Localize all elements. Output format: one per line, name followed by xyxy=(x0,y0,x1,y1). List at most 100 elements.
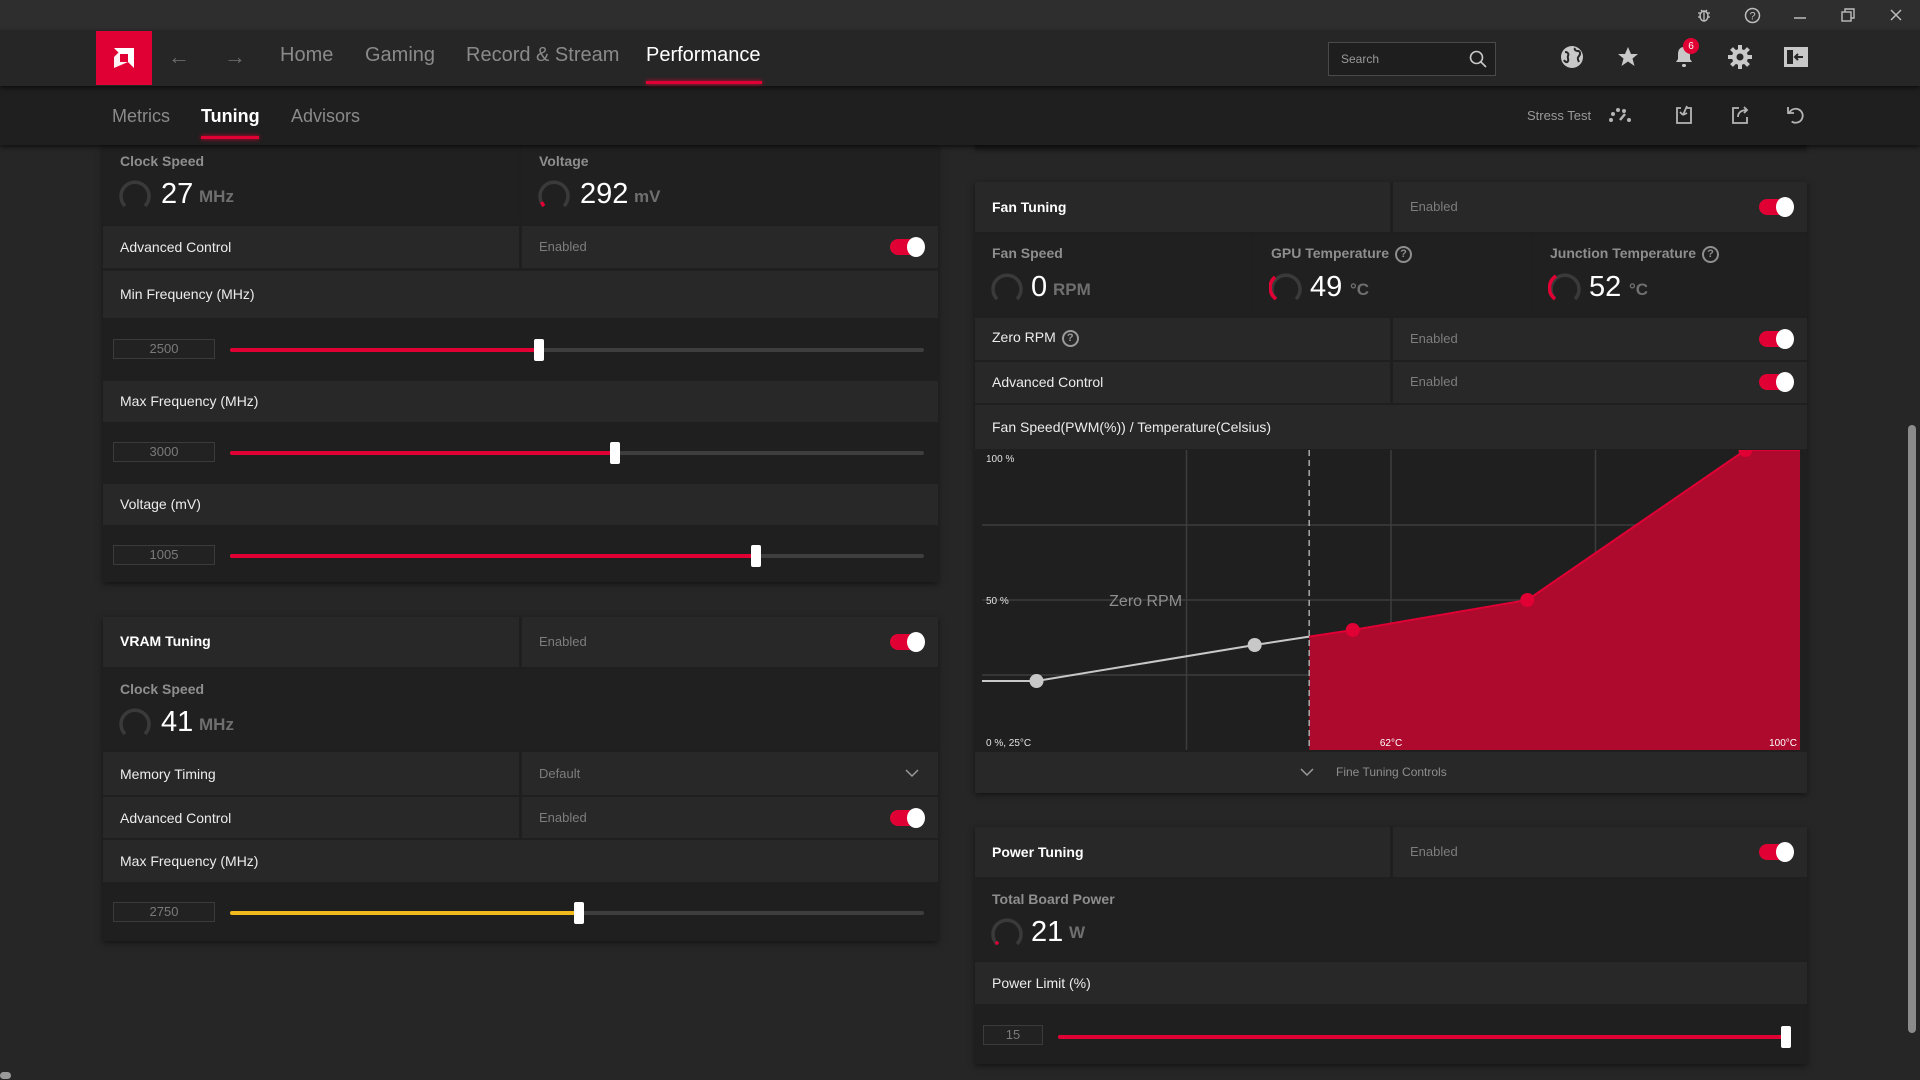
y-tick-label: 50 % xyxy=(986,596,1009,607)
voltage-slider[interactable] xyxy=(230,545,924,567)
vram-clock-title: Clock Speed xyxy=(120,681,205,697)
vram-advanced-control-state: Enabled xyxy=(539,810,587,825)
minimize-icon[interactable] xyxy=(1788,4,1812,26)
fan-tuning-title: Fan Tuning xyxy=(992,199,1067,215)
fan-curve-point[interactable] xyxy=(1520,593,1535,607)
help-icon[interactable]: ? xyxy=(1740,4,1764,26)
sidebar-toggle-icon[interactable] xyxy=(1780,41,1812,73)
vram-max-frequency-label: Max Frequency (MHz) xyxy=(120,853,259,869)
clock-speed-unit: MHz xyxy=(199,187,234,206)
import-profile-icon[interactable] xyxy=(1671,102,1697,128)
fan-tuning-toggle[interactable] xyxy=(1759,197,1794,217)
fan-advanced-control-toggle[interactable] xyxy=(1759,372,1794,392)
power-limit-input[interactable]: 15 xyxy=(983,1025,1043,1045)
forward-arrow-icon[interactable]: → xyxy=(224,44,246,70)
total-board-power-gauge-icon xyxy=(991,918,1023,946)
vram-tuning-toggle[interactable] xyxy=(890,632,925,652)
gpu-advanced-control-state: Enabled xyxy=(539,239,587,254)
power-limit-slider-fill xyxy=(1058,1035,1786,1039)
min-frequency-slider[interactable] xyxy=(230,339,924,361)
memory-timing-dropdown[interactable]: Default xyxy=(522,752,938,795)
min-frequency-slider-thumb[interactable] xyxy=(533,339,544,361)
x-tick-label: 0 %, 25°C xyxy=(986,738,1031,749)
clock-speed-value: 27 xyxy=(161,178,194,210)
junction-temperature-unit: °C xyxy=(1629,280,1649,299)
gpu-temperature-help-icon[interactable]: ? xyxy=(1395,245,1412,263)
power-limit-slider-row: 15 xyxy=(975,1006,1807,1064)
fan-curve-chart[interactable]: 100 % 50 % 0 %, 25°C 62°C 100°C Zero RPM xyxy=(982,450,1800,750)
max-frequency-slider-thumb[interactable] xyxy=(610,442,621,464)
search-icon[interactable] xyxy=(1469,50,1487,73)
subtab-metrics[interactable]: Metrics xyxy=(112,106,170,127)
stress-test-gauge-icon[interactable] xyxy=(1607,102,1633,128)
fan-curve-title: Fan Speed(PWM(%)) / Temperature(Celsius) xyxy=(992,419,1272,435)
vram-max-frequency-slider[interactable] xyxy=(230,902,924,924)
subtab-tuning[interactable]: Tuning xyxy=(201,106,260,127)
notification-badge: 6 xyxy=(1683,38,1699,54)
vram-max-frequency-slider-thumb[interactable] xyxy=(574,902,585,924)
nav-tab-record-stream[interactable]: Record & Stream xyxy=(466,44,619,67)
min-frequency-input[interactable]: 2500 xyxy=(113,339,215,359)
max-frequency-slider[interactable] xyxy=(230,442,924,464)
zero-rpm-toggle[interactable] xyxy=(1759,329,1794,349)
fine-tuning-controls-label[interactable]: Fine Tuning Controls xyxy=(1336,765,1447,779)
stress-test-label[interactable]: Stress Test xyxy=(1527,108,1591,123)
horizontal-scrollbar[interactable] xyxy=(0,1072,11,1079)
reset-icon[interactable] xyxy=(1782,102,1808,128)
gpu-temperature-title: GPU Temperature xyxy=(1271,245,1389,261)
power-limit-label: Power Limit (%) xyxy=(992,975,1091,991)
vram-clock-gauge-icon xyxy=(119,708,151,736)
voltage-unit: mV xyxy=(634,187,661,206)
back-arrow-icon[interactable]: ← xyxy=(168,44,190,70)
gpu-temperature-gauge-icon xyxy=(1269,273,1302,301)
bug-report-icon[interactable] xyxy=(1692,4,1716,26)
zero-rpm-help-icon[interactable]: ? xyxy=(1061,329,1079,347)
junction-temperature-help-icon[interactable]: ? xyxy=(1702,245,1719,263)
vertical-scrollbar[interactable] xyxy=(1908,425,1916,1033)
title-bar: ? xyxy=(0,0,1920,30)
fine-tuning-row[interactable]: Fine Tuning Controls xyxy=(975,752,1807,793)
gear-icon[interactable] xyxy=(1724,41,1756,73)
power-tuning-state: Enabled xyxy=(1410,844,1458,859)
junction-temperature-value: 52 xyxy=(1589,271,1622,303)
vram-clock-value: 41 xyxy=(161,706,194,738)
export-profile-icon[interactable] xyxy=(1727,102,1753,128)
nav-tab-performance[interactable]: Performance xyxy=(646,44,761,67)
voltage-slider-thumb[interactable] xyxy=(751,545,762,567)
gpu-temperature-value: 49 xyxy=(1310,271,1343,303)
clock-speed-gauge-icon xyxy=(119,180,151,208)
search-input[interactable] xyxy=(1341,52,1461,66)
power-limit-slider[interactable] xyxy=(1058,1026,1791,1048)
globe-icon[interactable] xyxy=(1556,41,1588,73)
voltage-slider-row: 1005 xyxy=(103,527,938,582)
search-box[interactable] xyxy=(1328,42,1496,76)
nav-tab-home[interactable]: Home xyxy=(280,44,333,67)
vram-tuning-panel: VRAM Tuning Enabled Clock Speed 41 MHz M… xyxy=(103,617,938,941)
voltage-input[interactable]: 1005 xyxy=(113,545,215,565)
power-tuning-toggle[interactable] xyxy=(1759,842,1794,862)
fan-curve-point[interactable] xyxy=(1029,674,1044,688)
subtab-advisors[interactable]: Advisors xyxy=(291,106,360,127)
gpu-advanced-control-toggle[interactable] xyxy=(890,237,925,257)
total-board-power-value: 21 xyxy=(1031,916,1064,948)
gpu-temperature-metric: GPU Temperature? 49 °C xyxy=(1254,235,1530,315)
fan-tuning-state: Enabled xyxy=(1410,199,1458,214)
fan-metrics-row: Fan Speed 0 RPM GPU Temperature? 49 °C J… xyxy=(975,235,1807,315)
close-icon[interactable] xyxy=(1884,4,1908,26)
vram-max-frequency-input[interactable]: 2750 xyxy=(113,902,215,922)
power-limit-label-row: Power Limit (%) xyxy=(975,962,1807,1004)
fan-curve-point[interactable] xyxy=(1345,623,1360,637)
max-frequency-input[interactable]: 3000 xyxy=(113,442,215,462)
amd-logo[interactable] xyxy=(96,31,152,85)
vram-advanced-control-toggle[interactable] xyxy=(890,808,925,828)
fan-curve-point[interactable] xyxy=(1247,638,1262,652)
y-tick-label: 100 % xyxy=(986,454,1014,465)
voltage-mv-label: Voltage (mV) xyxy=(120,496,201,512)
vram-max-frequency-label-row: Max Frequency (MHz) xyxy=(103,840,938,882)
star-icon[interactable] xyxy=(1612,41,1644,73)
gpu-tuning-panel: Clock Speed 27 MHz Voltage 292 mV Advanc… xyxy=(103,145,938,582)
power-limit-slider-thumb[interactable] xyxy=(1781,1026,1791,1048)
voltage-title: Voltage xyxy=(539,153,589,169)
restore-icon[interactable] xyxy=(1836,4,1860,26)
nav-tab-gaming[interactable]: Gaming xyxy=(365,44,435,67)
